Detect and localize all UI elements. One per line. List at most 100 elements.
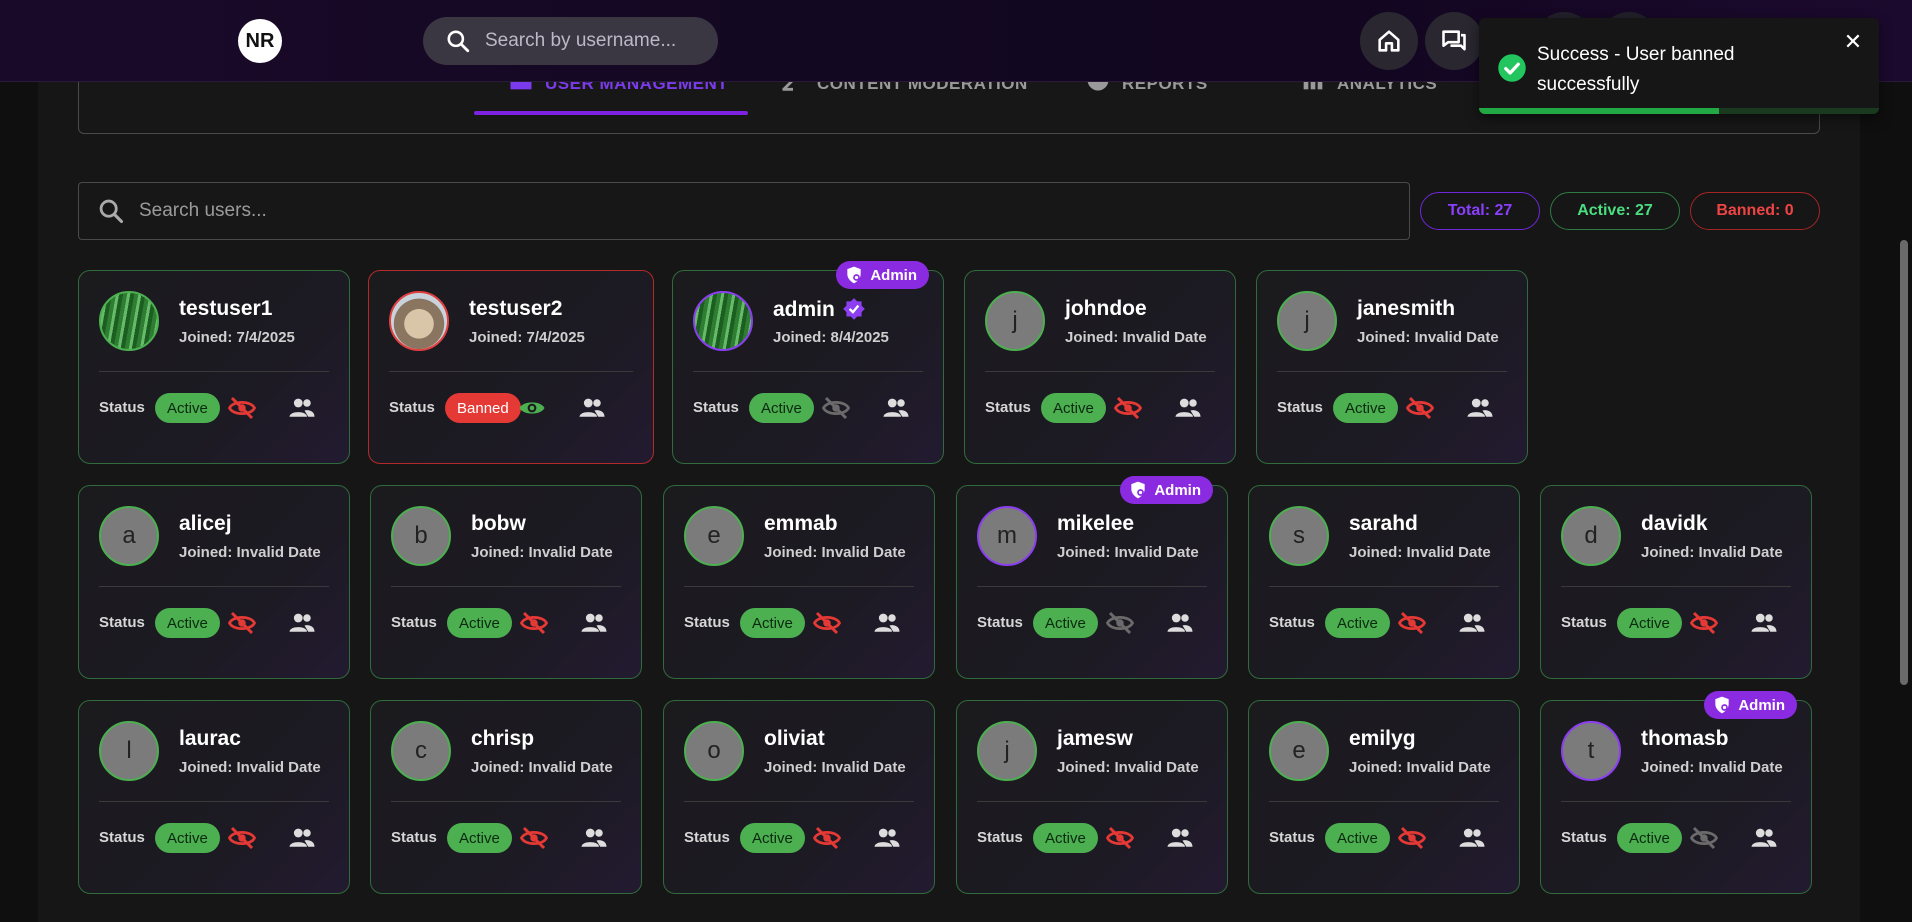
user-search-input[interactable] xyxy=(139,200,1339,222)
people-icon[interactable] xyxy=(287,608,317,638)
people-icon[interactable] xyxy=(1173,393,1203,423)
people-icon[interactable] xyxy=(872,608,902,638)
eye-off-icon[interactable] xyxy=(519,608,549,638)
search-icon xyxy=(99,199,124,224)
username-text: admin xyxy=(773,298,835,321)
avatar[interactable]: t xyxy=(1561,721,1621,781)
people-icon[interactable] xyxy=(287,823,317,853)
messages-button[interactable] xyxy=(1425,12,1483,70)
avatar[interactable]: l xyxy=(99,721,159,781)
avatar[interactable] xyxy=(99,291,159,351)
joined-date: Joined: Invalid Date xyxy=(471,759,613,776)
people-icon[interactable] xyxy=(1465,393,1495,423)
people-icon[interactable] xyxy=(579,823,609,853)
total-users-chip: Total: 27 xyxy=(1420,192,1540,230)
username-text: johndoe xyxy=(1065,297,1147,320)
admin-badge: Admin xyxy=(1120,476,1213,504)
username-search-input[interactable] xyxy=(485,30,695,52)
user-card-emmab: e emmab Joined: Invalid Date Status Acti… xyxy=(663,485,935,679)
eye-off-icon[interactable] xyxy=(227,608,257,638)
avatar-initial: s xyxy=(1293,522,1305,549)
joined-date: Joined: Invalid Date xyxy=(1057,759,1199,776)
eye-off-icon[interactable] xyxy=(1405,393,1435,423)
joined-date: Joined: 7/4/2025 xyxy=(179,329,295,346)
avatar-initial: b xyxy=(414,522,428,549)
username-text: jamesw xyxy=(1057,727,1133,750)
eye-off-icon[interactable] xyxy=(1397,823,1427,853)
username-text: bobw xyxy=(471,512,526,535)
avatar[interactable]: s xyxy=(1269,506,1329,566)
admin-badge-label: Admin xyxy=(1154,481,1201,499)
people-icon[interactable] xyxy=(872,823,902,853)
people-icon[interactable] xyxy=(881,393,911,423)
eye-off-icon[interactable] xyxy=(227,823,257,853)
avatar-initial: c xyxy=(415,737,427,764)
people-icon[interactable] xyxy=(1457,823,1487,853)
eye-off-icon[interactable] xyxy=(1105,823,1135,853)
people-icon[interactable] xyxy=(1165,608,1195,638)
eye-off-icon[interactable] xyxy=(519,823,549,853)
card-divider xyxy=(391,801,621,802)
page-scrollbar[interactable] xyxy=(1900,240,1908,685)
user-search-bar[interactable] xyxy=(78,182,1410,240)
avatar[interactable]: j xyxy=(977,721,1037,781)
eye-off-icon[interactable] xyxy=(227,393,257,423)
username: sarahd xyxy=(1349,512,1418,536)
close-icon[interactable]: ✕ xyxy=(1841,29,1865,54)
eye-off-icon[interactable] xyxy=(1113,393,1143,423)
eye-icon[interactable] xyxy=(517,393,547,423)
people-icon[interactable] xyxy=(1457,608,1487,638)
people-icon[interactable] xyxy=(577,393,607,423)
avatar-initial: l xyxy=(126,737,132,764)
avatar[interactable]: e xyxy=(1269,721,1329,781)
people-icon[interactable] xyxy=(579,608,609,638)
username: chrisp xyxy=(471,727,534,751)
card-divider xyxy=(1269,586,1499,587)
username-text: laurac xyxy=(179,727,241,750)
username-text: alicej xyxy=(179,512,232,535)
joined-date: Joined: 8/4/2025 xyxy=(773,329,889,346)
username-search-bar[interactable] xyxy=(423,17,718,65)
people-icon[interactable] xyxy=(1749,608,1779,638)
eye-off-icon[interactable] xyxy=(812,823,842,853)
avatar[interactable]: e xyxy=(684,506,744,566)
active-users-chip: Active: 27 xyxy=(1550,192,1680,230)
avatar-initial: j xyxy=(1304,307,1310,334)
app-logo[interactable]: NR xyxy=(238,19,282,63)
status-label: Status xyxy=(684,829,730,846)
username-text: testuser2 xyxy=(469,297,563,320)
username: jamesw xyxy=(1057,727,1133,751)
eye-off-icon[interactable] xyxy=(812,608,842,638)
username: testuser1 xyxy=(179,297,272,321)
avatar[interactable] xyxy=(693,291,753,351)
user-card-testuser1: testuser1 Joined: 7/4/2025 Status Active xyxy=(78,270,350,464)
avatar[interactable]: o xyxy=(684,721,744,781)
search-icon xyxy=(447,30,470,53)
eye-off-icon[interactable] xyxy=(1689,608,1719,638)
avatar-initial: j xyxy=(1012,307,1018,334)
card-divider xyxy=(1561,586,1791,587)
card-divider xyxy=(1561,801,1791,802)
avatar[interactable]: b xyxy=(391,506,451,566)
verified-icon xyxy=(835,297,867,323)
card-divider xyxy=(684,801,914,802)
home-button[interactable] xyxy=(1360,12,1418,70)
avatar[interactable]: a xyxy=(99,506,159,566)
card-divider xyxy=(99,371,329,372)
eye-off-icon[interactable] xyxy=(1397,608,1427,638)
people-icon[interactable] xyxy=(287,393,317,423)
avatar[interactable]: j xyxy=(1277,291,1337,351)
user-card-admin: Admin admin Joined: 8/4/2025 Status Acti… xyxy=(672,261,944,464)
people-icon[interactable] xyxy=(1165,823,1195,853)
avatar-initial: d xyxy=(1584,522,1598,549)
avatar[interactable]: m xyxy=(977,506,1037,566)
avatar[interactable]: j xyxy=(985,291,1045,351)
people-icon[interactable] xyxy=(1749,823,1779,853)
avatar[interactable]: c xyxy=(391,721,451,781)
status-badge: Active xyxy=(447,608,512,638)
avatar[interactable] xyxy=(389,291,449,351)
status-label: Status xyxy=(99,829,145,846)
username-text: emmab xyxy=(764,512,838,535)
joined-date: Joined: Invalid Date xyxy=(1641,759,1783,776)
avatar[interactable]: d xyxy=(1561,506,1621,566)
